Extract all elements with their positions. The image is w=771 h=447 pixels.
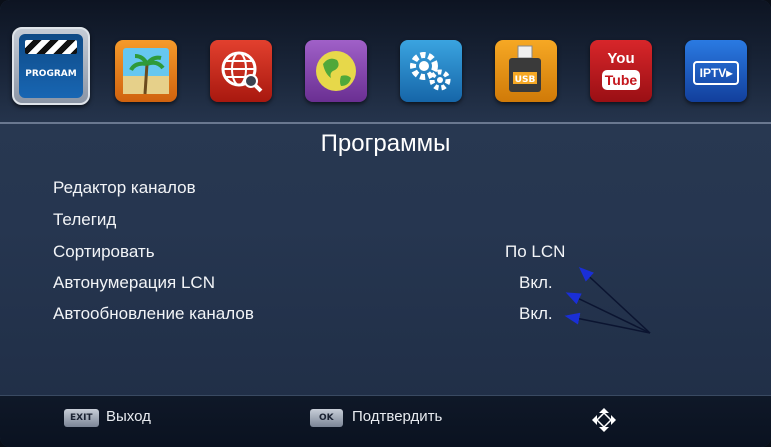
menu-item-label: Телегид — [53, 210, 117, 229]
menu-item-label: Редактор каналов — [53, 178, 196, 197]
svg-text:USB: USB — [515, 75, 536, 85]
auto-update-value[interactable]: Вкл. — [519, 304, 553, 324]
media-player-icon[interactable] — [115, 40, 177, 102]
usb-icon[interactable]: USB — [495, 40, 557, 102]
menu-item-channel-editor[interactable]: Редактор каналов — [53, 178, 196, 198]
ok-label: Подтвердить — [352, 408, 443, 425]
iptv-icon[interactable]: IPTV▸ — [685, 40, 747, 102]
navigation-arrows-icon — [592, 408, 616, 432]
arrow-line — [564, 312, 651, 334]
lcn-autonumbering-value[interactable]: Вкл. — [519, 273, 553, 293]
menu-item-label: Автообновление каналов — [53, 304, 254, 323]
top-icon-bar: PROGRAM USB You Tube IPTV▸ — [0, 0, 771, 124]
exit-label: Выход — [106, 408, 151, 425]
menu-item-sort[interactable]: Сортировать — [53, 242, 155, 262]
settings-icon[interactable] — [400, 40, 462, 102]
clapperboard-icon: PROGRAM — [19, 34, 83, 98]
menu-item-label: Автонумерация LCN — [53, 273, 215, 292]
menu-item-lcn-autonumbering[interactable]: Автонумерация LCN — [53, 273, 215, 293]
arrow-line — [565, 292, 651, 334]
ok-key-badge[interactable]: OK — [310, 409, 343, 427]
arrow-line — [578, 266, 651, 334]
exit-key-badge[interactable]: EXIT — [64, 409, 99, 427]
network-icon[interactable] — [210, 40, 272, 102]
youtube-icon[interactable]: You Tube — [590, 40, 652, 102]
menu-item-epg[interactable]: Телегид — [53, 210, 116, 230]
program-menu-icon[interactable]: PROGRAM — [12, 27, 90, 105]
sort-value[interactable]: По LCN — [505, 242, 565, 262]
menu-item-label: Сортировать — [53, 242, 155, 261]
page-title: Программы — [320, 130, 451, 157]
tv-menu-screen: PROGRAM USB You Tube IPTV▸ Программы Ред… — [0, 0, 771, 447]
footer-bar: EXIT Выход OK Подтвердить — [0, 395, 771, 447]
menu-item-auto-update[interactable]: Автообновление каналов — [53, 304, 254, 324]
globe-icon[interactable] — [305, 40, 367, 102]
